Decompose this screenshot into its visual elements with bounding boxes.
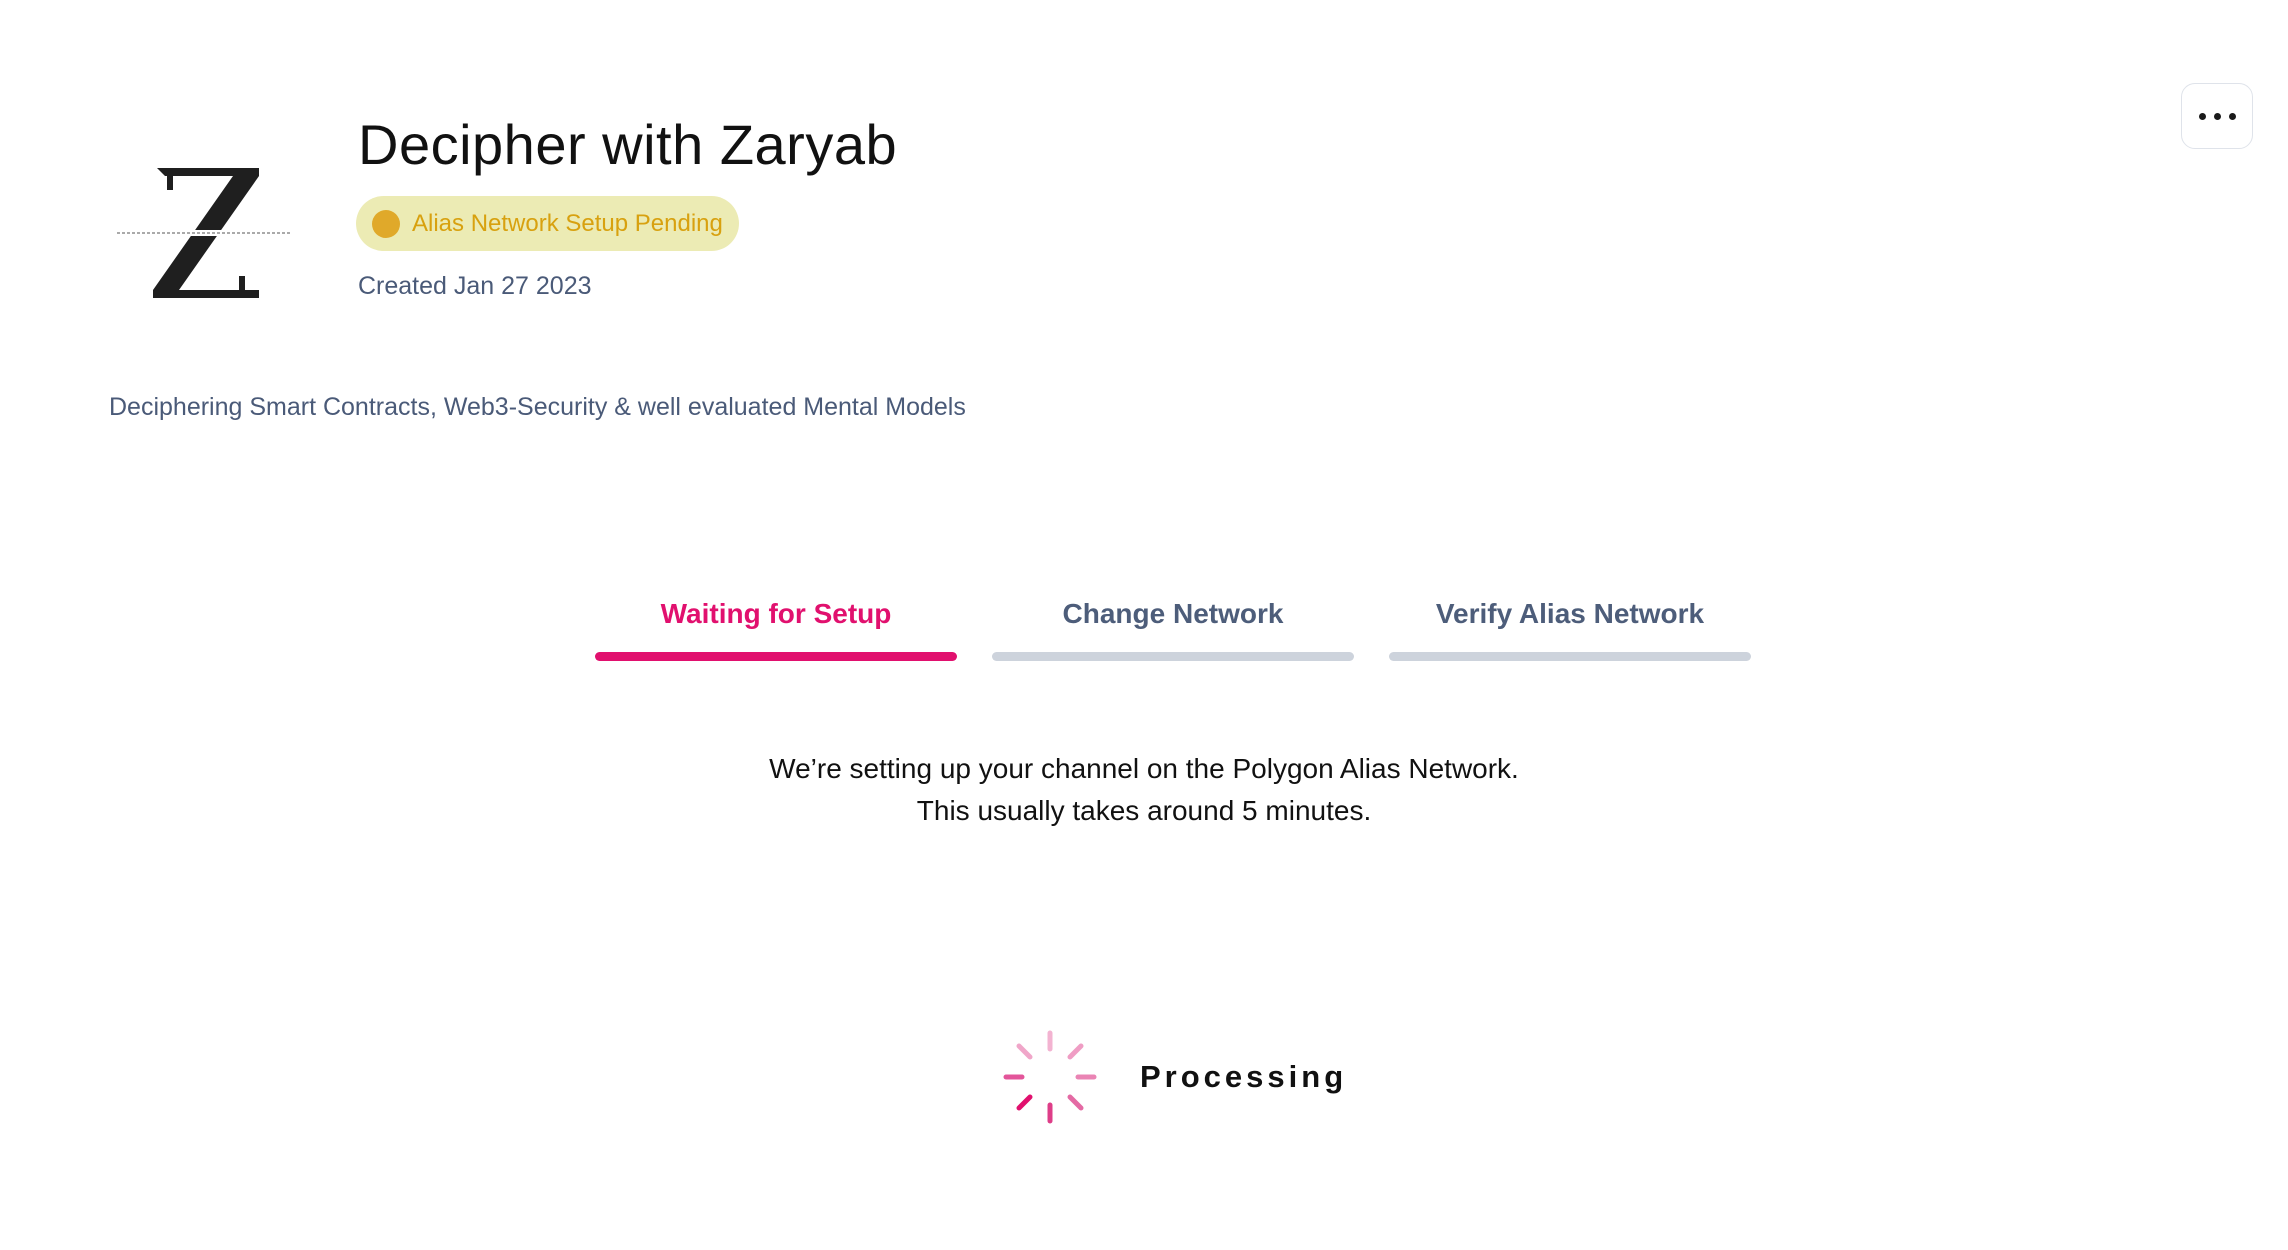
step-progress-bar <box>992 652 1354 661</box>
more-horizontal-icon <box>2228 112 2236 120</box>
spinner-icon <box>1003 1030 1097 1124</box>
pending-dot-icon <box>372 209 400 238</box>
setup-steps: Waiting for Setup Change Network Verify … <box>595 592 1755 662</box>
step-label: Verify Alias Network <box>1435 598 1705 629</box>
channel-logo <box>109 150 299 310</box>
step-verify-alias-network[interactable]: Verify Alias Network <box>1389 592 1751 662</box>
setup-message: We’re setting up your channel on the Pol… <box>0 748 2288 832</box>
processing-indicator: Processing <box>1000 1027 1347 1127</box>
step-progress-bar <box>595 652 957 661</box>
setup-message-line: We’re setting up your channel on the Pol… <box>769 753 1519 784</box>
more-options-button[interactable] <box>2181 83 2253 149</box>
processing-label: Processing <box>1140 1059 1348 1094</box>
channel-header: Decipher with Zaryab Alias Network Setup… <box>0 0 2288 480</box>
status-badge-label: Alias Network Setup Pending <box>412 209 723 237</box>
more-horizontal-icon <box>2213 112 2221 120</box>
step-progress-bar <box>1389 652 1751 661</box>
step-label: Change Network <box>1062 598 1284 629</box>
channel-description: Deciphering Smart Contracts, Web3-Securi… <box>109 393 966 421</box>
step-waiting-for-setup[interactable]: Waiting for Setup <box>595 592 957 662</box>
setup-message-line: This usually takes around 5 minutes. <box>916 795 1372 826</box>
step-label: Waiting for Setup <box>660 598 892 629</box>
status-badge: Alias Network Setup Pending <box>356 196 739 251</box>
step-change-network[interactable]: Change Network <box>992 592 1354 662</box>
channel-logo-z-icon <box>115 168 293 298</box>
more-horizontal-icon <box>2198 112 2206 120</box>
channel-title: Decipher with Zaryab <box>358 113 898 176</box>
created-date: Created Jan 27 2023 <box>358 272 592 300</box>
